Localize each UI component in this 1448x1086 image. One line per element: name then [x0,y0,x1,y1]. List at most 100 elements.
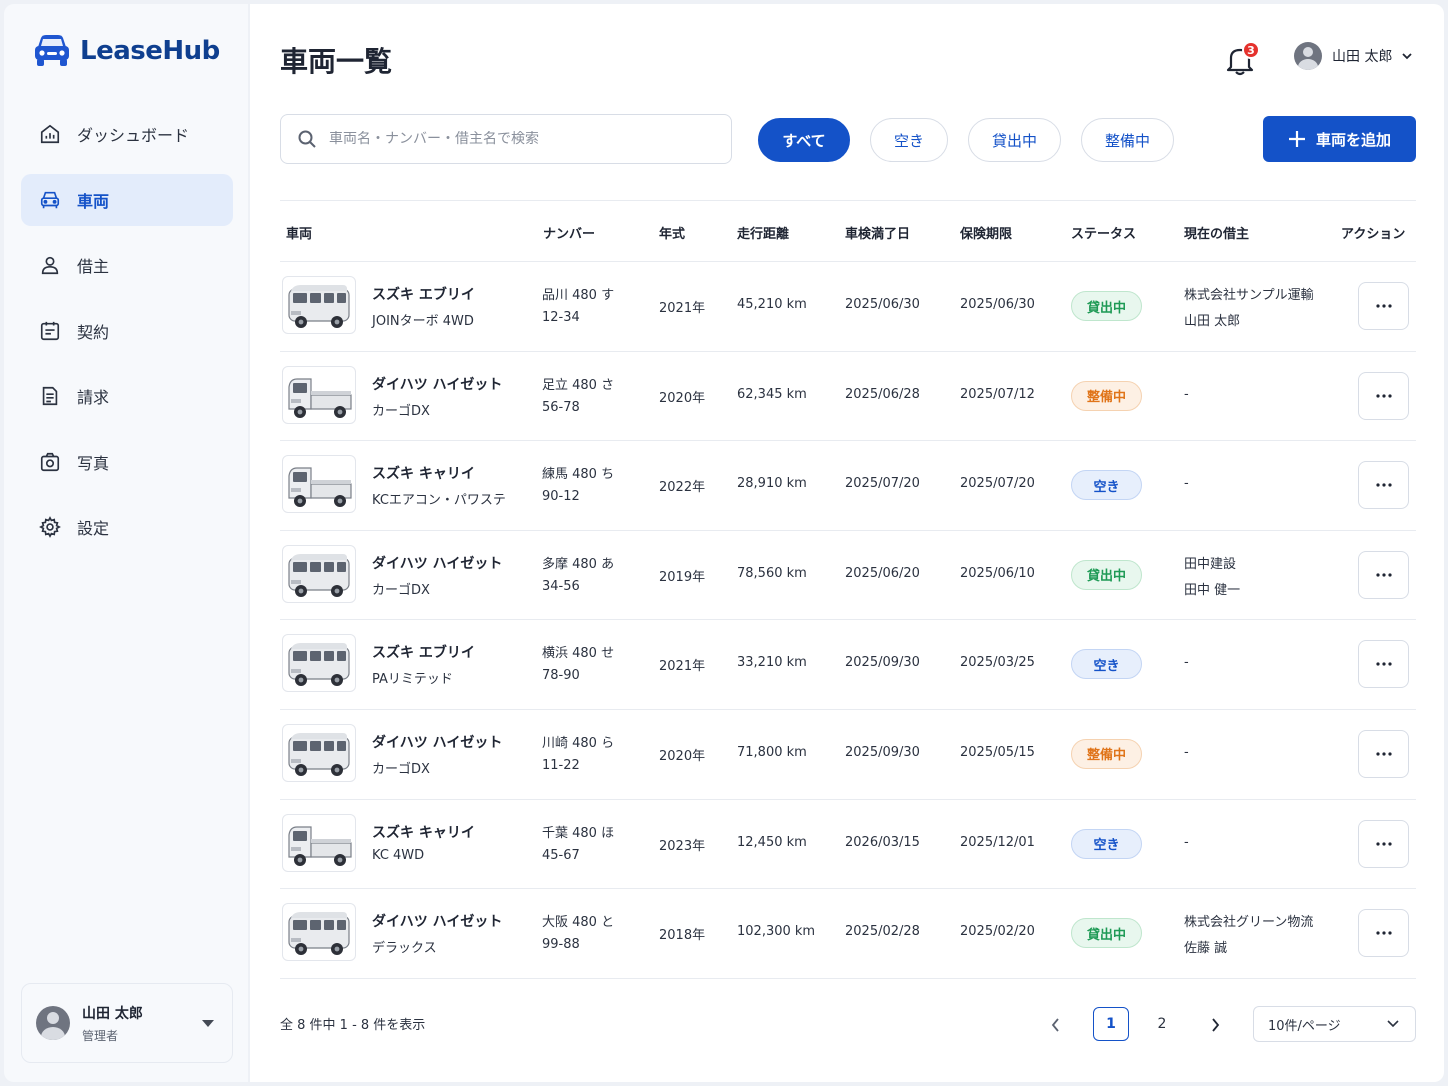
car-logo-icon [35,35,69,66]
table-row[interactable]: スズキ エブリイ JOINターボ 4WD 品川 480 す 12-34 2021年 45,… [280,262,1416,352]
vehicle-year: 2019年 [659,569,706,585]
sidebar-item-dashboard[interactable]: ダッシュボード [21,108,233,160]
per-page-select[interactable]: 10件/ページ [1253,1006,1416,1042]
chevron-left-icon [1051,1018,1059,1032]
status-badge: 整備中 [1071,738,1142,769]
sidebar-nav: ダッシュボード 車両 借主 契約 請求 写真 設定 [21,108,233,567]
borrower-empty: - [1184,476,1189,492]
row-actions-button[interactable] [1358,729,1409,778]
table-row[interactable]: ダイハツ ハイゼット カーゴDX 川崎 480 ら 11-22 2020年 71,800 … [280,710,1416,800]
col-action: アクション [1341,227,1406,242]
more-horizontal-icon [1375,752,1392,756]
row-actions-button[interactable] [1358,909,1409,958]
table-row[interactable]: ダイハツ ハイゼット デラックス 大阪 480 と 99-88 2018年 102,300… [280,889,1416,979]
insurance-date: 2025/06/30 [960,297,1035,312]
sidebar-user-role: 管理者 [82,1028,119,1043]
page-2-button[interactable]: 2 [1144,1007,1180,1041]
inspection-date: 2025/07/20 [845,476,920,492]
table-row[interactable]: スズキ エブリイ PAリミテッド 横浜 480 せ 78-90 2021年 33,210 … [280,620,1416,710]
vehicle-mileage: 12,450 km [737,834,807,850]
per-page-value: 10件/ページ [1268,1018,1341,1034]
inspection-date: 2025/06/30 [845,297,920,312]
plate-region: 多摩 480 あ [542,556,615,572]
borrower-company: 株式会社サンプル運輸 [1184,288,1314,303]
add-vehicle-label: 車両を追加 [1315,130,1391,149]
vehicle-name: ダイハツ ハイゼット [372,555,503,572]
status-badge: 貸出中 [1071,559,1142,590]
row-actions-button[interactable] [1358,282,1409,330]
plate-number: 99-88 [542,937,580,953]
sidebar-item-vehicles[interactable]: 車両 [21,173,233,226]
sidebar-item-label: 借主 [77,257,110,276]
dashboard-icon [40,124,60,144]
sidebar-item-contracts[interactable]: 契約 [21,305,233,357]
header-user-name: 山田 太郎 [1332,49,1393,65]
inspection-date: 2026/03/15 [845,834,920,850]
sidebar-item-settings[interactable]: 設定 [21,501,233,553]
page-title: 車両一覧 [280,45,393,78]
caret-down-icon [202,1020,214,1027]
vehicle-grade: カーゴDX [372,582,430,598]
plate-region: 大阪 480 と [542,915,615,931]
status-badge: 貸出中 [1071,291,1142,321]
page-1-button[interactable]: 1 [1093,1007,1129,1041]
col-plate: ナンバー [543,227,596,242]
row-actions-button[interactable] [1358,461,1409,510]
more-horizontal-icon [1375,483,1392,487]
insurance-date: 2025/06/10 [960,565,1035,581]
borrower-empty: - [1184,655,1189,671]
status-badge: 整備中 [1071,380,1142,411]
more-horizontal-icon [1375,393,1392,398]
row-actions-button[interactable] [1358,371,1409,420]
chevron-down-icon [1387,1020,1399,1028]
prev-page-button[interactable] [1043,1012,1069,1038]
row-actions-button[interactable] [1358,640,1409,689]
sidebar-user-card[interactable]: 山田 太郎 管理者 [21,983,233,1063]
vehicle-grade: KCエアコン・パワステ [372,493,506,509]
row-actions-button[interactable] [1358,819,1409,868]
next-page-button[interactable] [1202,1012,1228,1038]
sidebar-item-photos[interactable]: 写真 [21,436,233,488]
table-row[interactable]: ダイハツ ハイゼット カーゴDX 足立 480 さ 56-78 2020年 62,345 … [280,352,1416,442]
vehicle-name: スズキ キャリイ [372,466,475,483]
logo[interactable]: LeaseHub [34,34,220,68]
filter-maintenance[interactable]: 整備中 [1081,118,1174,162]
row-actions-button[interactable] [1358,550,1409,599]
chevron-right-icon [1212,1018,1220,1032]
table-row[interactable]: ダイハツ ハイゼット カーゴDX 多摩 480 あ 34-56 2019年 78,560 … [280,531,1416,621]
sidebar-item-invoices[interactable]: 請求 [21,370,233,422]
contract-icon [40,321,60,340]
vehicle-year: 2023年 [659,838,706,854]
header-user-menu[interactable]: 山田 太郎 [1294,42,1413,70]
sidebar-user-name: 山田 太郎 [82,1005,143,1022]
search-input[interactable] [329,131,709,147]
add-vehicle-button[interactable]: 車両を追加 [1263,116,1416,162]
more-horizontal-icon [1375,304,1392,308]
filter-available[interactable]: 空き [870,118,948,162]
plate-number: 12-34 [542,310,580,325]
avatar [1294,42,1322,70]
vehicle-mileage: 71,800 km [737,744,807,760]
insurance-date: 2025/07/20 [960,476,1035,492]
vehicle-grade: デラックス [372,941,437,957]
car-icon [40,191,60,208]
vehicle-table: 車両 ナンバー 年式 走行距離 車検満了日 保険期限 ステータス 現在の借主 ア… [280,200,1416,979]
vehicle-thumbnail [282,455,356,514]
filter-leased[interactable]: 貸出中 [968,118,1061,162]
col-insurance: 保険期限 [960,227,1013,242]
sidebar-item-borrowers[interactable]: 借主 [21,239,233,291]
table-row[interactable]: スズキ キャリイ KCエアコン・パワステ 練馬 480 ち 90-12 2022年 28,… [280,441,1416,531]
notification-badge: 3 [1242,41,1260,59]
borrower-name: 佐藤 誠 [1184,941,1228,957]
inspection-date: 2025/09/30 [845,655,920,671]
sidebar-item-label: 写真 [77,453,110,473]
filter-all[interactable]: すべて [758,118,850,162]
app-name: LeaseHub [80,36,220,66]
plate-region: 川崎 480 ら [542,735,615,751]
notification-button[interactable]: 3 [1226,41,1260,76]
table-row[interactable]: スズキ キャリイ KC 4WD 千葉 480 ほ 45-67 2023年 12,450 k… [280,800,1416,890]
vehicle-name: ダイハツ ハイゼット [372,914,503,931]
user-icon [41,256,59,275]
search-box[interactable] [280,114,732,164]
borrower-empty: - [1184,834,1189,850]
